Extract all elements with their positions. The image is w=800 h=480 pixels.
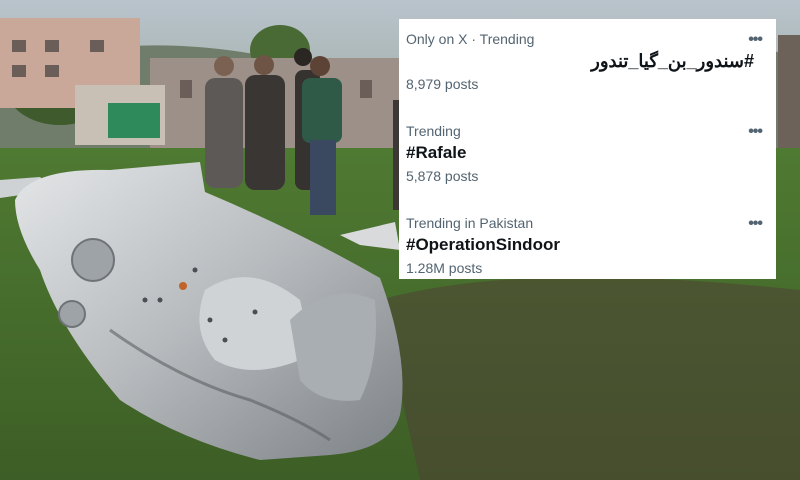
trend-hashtag[interactable]: #Rafale [406, 141, 762, 165]
more-horizontal-icon[interactable]: ••• [748, 123, 763, 141]
trend-post-count: 1.28M posts [406, 260, 483, 276]
trend-post-count: 5,878 posts [406, 168, 479, 184]
trend-item[interactable]: Trending in Pakistan #OperationSindoor 1… [406, 211, 763, 303]
trend-context: Only on X · Trending [406, 31, 535, 47]
trend-item[interactable]: Trending #Rafale 5,878 posts ••• [406, 119, 763, 211]
trend-context: Trending [406, 123, 461, 139]
more-horizontal-icon[interactable]: ••• [748, 31, 763, 49]
trend-context: Trending in Pakistan [406, 215, 534, 231]
trend-item[interactable]: Only on X · Trending #سندور_بن_گیا_تندور… [406, 27, 763, 119]
trend-hashtag[interactable]: #سندور_بن_گیا_تندور [406, 49, 762, 73]
trend-hashtag[interactable]: #OperationSindoor [406, 233, 762, 257]
more-horizontal-icon[interactable]: ••• [748, 215, 763, 233]
trends-card: Only on X · Trending #سندور_بن_گیا_تندور… [399, 19, 776, 279]
trend-post-count: 8,979 posts [406, 76, 479, 92]
